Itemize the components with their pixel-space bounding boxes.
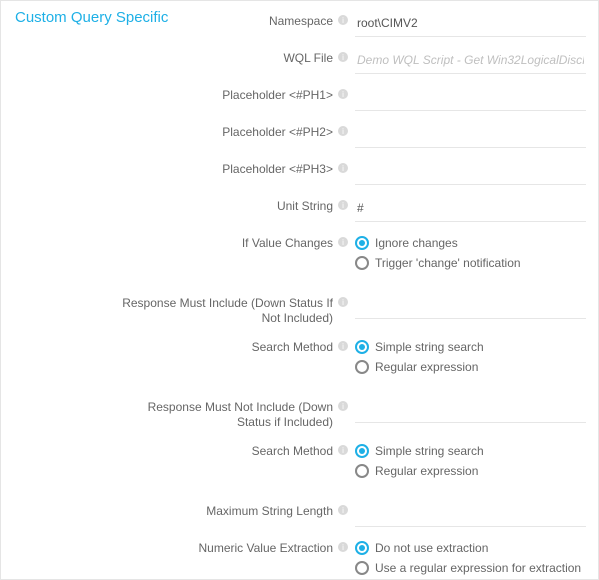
row-search-method-2: Search Method i Simple string search Reg… — [15, 438, 586, 484]
label-ph3: Placeholder <#PH3> i — [15, 156, 355, 177]
svg-text:i: i — [342, 238, 344, 247]
row-max-string-len: Maximum String Length i — [15, 498, 586, 527]
label-max-string-len: Maximum String Length i — [15, 498, 355, 519]
info-icon: i — [337, 340, 349, 352]
svg-text:i: i — [342, 90, 344, 99]
info-icon: i — [337, 125, 349, 137]
svg-text:i: i — [342, 298, 344, 307]
info-icon: i — [337, 199, 349, 211]
row-numeric-extraction: Numeric Value Extraction i Do not use ex… — [15, 535, 586, 580]
radio-simple-search-1[interactable]: Simple string search — [355, 340, 586, 354]
label-unit-string: Unit String i — [15, 193, 355, 214]
svg-text:i: i — [342, 201, 344, 210]
row-resp-must-include: Response Must Include (Down Status If No… — [15, 290, 586, 326]
ph2-input[interactable] — [355, 121, 586, 148]
ph1-input[interactable] — [355, 84, 586, 111]
svg-text:i: i — [342, 402, 344, 411]
label-search-method-1: Search Method i — [15, 334, 355, 355]
radio-icon — [355, 256, 369, 270]
row-search-method-1: Search Method i Simple string search Reg… — [15, 334, 586, 380]
radio-regex-2[interactable]: Regular expression — [355, 464, 586, 478]
radio-trigger-change[interactable]: Trigger 'change' notification — [355, 256, 586, 270]
label-if-value-changes: If Value Changes i — [15, 230, 355, 251]
svg-text:i: i — [342, 16, 344, 25]
wql-file-input[interactable] — [355, 47, 586, 74]
row-ph2: Placeholder <#PH2> i — [15, 119, 586, 148]
row-if-value-changes: If Value Changes i Ignore changes Trigge… — [15, 230, 586, 276]
row-namespace: Namespace i — [15, 8, 586, 37]
max-string-len-input[interactable] — [355, 500, 586, 527]
radio-icon — [355, 464, 369, 478]
info-icon: i — [337, 51, 349, 63]
radio-regex-1[interactable]: Regular expression — [355, 360, 586, 374]
label-resp-must-not-include: Response Must Not Include (Down Status i… — [15, 394, 355, 430]
resp-must-not-include-input[interactable] — [355, 396, 586, 423]
radio-ignore-changes[interactable]: Ignore changes — [355, 236, 586, 250]
label-search-method-2: Search Method i — [15, 438, 355, 459]
row-ph1: Placeholder <#PH1> i — [15, 82, 586, 111]
info-icon: i — [337, 504, 349, 516]
radio-regex-extraction[interactable]: Use a regular expression for extraction — [355, 561, 586, 575]
label-numeric-extraction: Numeric Value Extraction i — [15, 535, 355, 556]
row-ph3: Placeholder <#PH3> i — [15, 156, 586, 185]
radio-simple-search-2[interactable]: Simple string search — [355, 444, 586, 458]
svg-text:i: i — [342, 342, 344, 351]
unit-string-input[interactable] — [355, 195, 586, 222]
radio-icon — [355, 360, 369, 374]
radio-icon — [355, 340, 369, 354]
row-unit-string: Unit String i — [15, 193, 586, 222]
svg-text:i: i — [342, 127, 344, 136]
info-icon: i — [337, 296, 349, 308]
label-ph1: Placeholder <#PH1> i — [15, 82, 355, 103]
info-icon: i — [337, 162, 349, 174]
resp-must-include-input[interactable] — [355, 292, 586, 319]
svg-text:i: i — [342, 53, 344, 62]
info-icon: i — [337, 236, 349, 248]
info-icon: i — [337, 88, 349, 100]
label-namespace: Namespace i — [15, 8, 355, 29]
svg-text:i: i — [342, 164, 344, 173]
radio-icon — [355, 444, 369, 458]
radio-icon — [355, 236, 369, 250]
svg-text:i: i — [342, 506, 344, 515]
info-icon: i — [337, 541, 349, 553]
label-resp-must-include: Response Must Include (Down Status If No… — [15, 290, 355, 326]
label-wql-file: WQL File i — [15, 45, 355, 66]
row-resp-must-not-include: Response Must Not Include (Down Status i… — [15, 394, 586, 430]
svg-text:i: i — [342, 543, 344, 552]
label-ph2: Placeholder <#PH2> i — [15, 119, 355, 140]
info-icon: i — [337, 400, 349, 412]
radio-icon — [355, 561, 369, 575]
row-wql-file: WQL File i — [15, 45, 586, 74]
info-icon: i — [337, 14, 349, 26]
custom-query-panel: Custom Query Specific Namespace i WQL Fi… — [0, 0, 599, 580]
namespace-input[interactable] — [355, 10, 586, 37]
info-icon: i — [337, 444, 349, 456]
radio-no-extraction[interactable]: Do not use extraction — [355, 541, 586, 555]
svg-text:i: i — [342, 446, 344, 455]
ph3-input[interactable] — [355, 158, 586, 185]
radio-icon — [355, 541, 369, 555]
